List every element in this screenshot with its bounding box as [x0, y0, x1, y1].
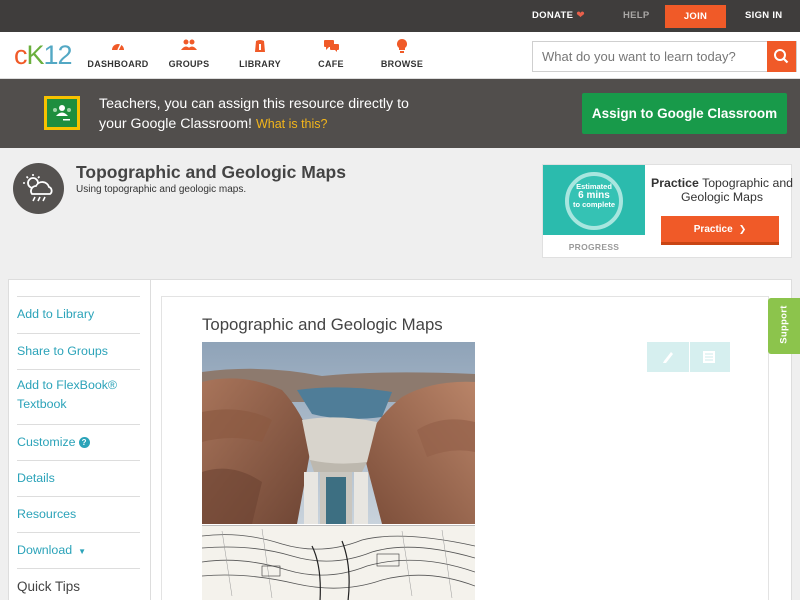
- assign-to-classroom-button[interactable]: Assign to Google Classroom: [582, 93, 787, 134]
- details-link[interactable]: Details: [17, 460, 140, 496]
- nav-dashboard[interactable]: DASHBOARD: [83, 39, 153, 69]
- browse-icon: [367, 39, 437, 55]
- practice-thumbnail[interactable]: Estimated 6 mins to complete: [543, 165, 645, 235]
- page-title: Topographic and Geologic Maps: [76, 162, 346, 182]
- concept-sidebar: Add to Library Share to Groups Add to Fl…: [8, 279, 151, 600]
- nav-cafe[interactable]: CAFE: [296, 39, 366, 69]
- pencil-icon[interactable]: [661, 350, 675, 364]
- what-is-this-link[interactable]: What is this?: [256, 117, 328, 131]
- add-to-flexbook-link[interactable]: Add to FlexBook® Textbook: [17, 369, 140, 424]
- toolbar-divider: [689, 342, 690, 372]
- lesson-title: Topographic and Geologic Maps: [202, 315, 443, 334]
- groups-icon: [154, 39, 224, 55]
- quick-tips-heading[interactable]: Quick Tips: [17, 568, 140, 600]
- google-classroom-icon: [44, 96, 80, 130]
- hoover-dam-photo: [202, 342, 475, 524]
- nav-groups[interactable]: GROUPS: [154, 39, 224, 69]
- nav-browse[interactable]: BROWSE: [367, 39, 437, 69]
- page-subtitle: Using topographic and geologic maps.: [76, 184, 247, 195]
- progress-label: PROGRESS: [568, 242, 620, 252]
- estimate-text: Estimated 6 mins to complete: [572, 182, 616, 209]
- classroom-message: Teachers, you can assign this resource d…: [99, 96, 409, 132]
- main-header: cK12 DASHBOARD GROUPS LIBRARY CAFE BROWS…: [0, 32, 800, 79]
- search-button[interactable]: [767, 41, 796, 72]
- share-to-groups-link[interactable]: Share to Groups: [17, 333, 140, 369]
- practice-button[interactable]: Practice ❯: [661, 216, 779, 245]
- annotation-toolbar: [647, 342, 730, 372]
- customize-link[interactable]: Customize?: [17, 424, 140, 460]
- google-classroom-banner: Teachers, you can assign this resource d…: [0, 79, 800, 148]
- dashboard-icon: [83, 39, 153, 55]
- geologic-map-image: [202, 525, 475, 600]
- weather-icon: [13, 163, 64, 214]
- cafe-icon: [296, 39, 366, 55]
- practice-heading: Practice Topographic and Geologic Maps: [651, 176, 793, 204]
- concept-header: Topographic and Geologic Maps Using topo…: [0, 148, 800, 268]
- donate-link[interactable]: DONATE ❤: [532, 0, 585, 32]
- search-input[interactable]: [533, 42, 769, 71]
- resources-link[interactable]: Resources: [17, 496, 140, 532]
- search-icon: [774, 49, 789, 64]
- download-link[interactable]: Download ▼: [17, 532, 140, 568]
- chevron-right-icon: ❯: [738, 224, 747, 234]
- library-icon: [225, 39, 295, 55]
- search-box: [532, 41, 797, 72]
- notes-icon[interactable]: [702, 350, 716, 364]
- join-button[interactable]: JOIN: [665, 5, 726, 28]
- help-link[interactable]: HELP: [623, 0, 650, 32]
- top-utility-bar: DONATE ❤ HELP JOIN SIGN IN: [0, 0, 800, 32]
- donate-label: DONATE: [532, 10, 574, 21]
- add-to-library-link[interactable]: Add to Library: [17, 296, 140, 333]
- help-icon[interactable]: ?: [78, 437, 90, 448]
- sign-in-link[interactable]: SIGN IN: [745, 0, 782, 32]
- nav-library[interactable]: LIBRARY: [225, 39, 295, 69]
- ck12-logo[interactable]: cK12: [14, 41, 73, 69]
- caret-down-icon: ▼: [78, 547, 87, 556]
- support-tab[interactable]: Support: [768, 298, 800, 354]
- practice-card: Estimated 6 mins to complete PROGRESS Pr…: [542, 164, 793, 258]
- heart-icon: ❤: [576, 10, 585, 21]
